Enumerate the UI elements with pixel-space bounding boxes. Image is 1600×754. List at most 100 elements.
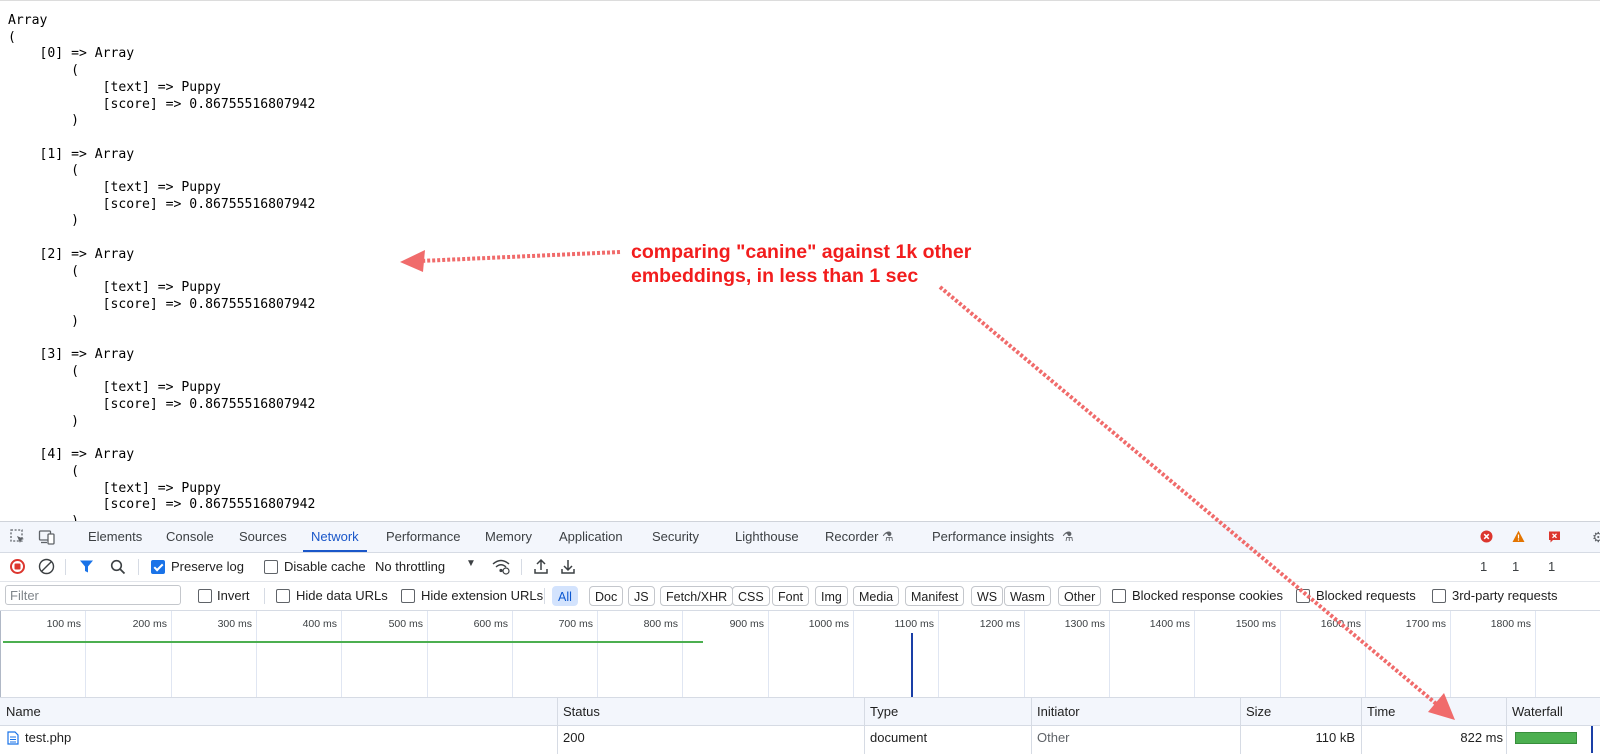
timeline-tick-label: 200 ms xyxy=(132,618,167,630)
tab-application[interactable]: Application xyxy=(559,522,623,552)
blocked-requests-checkbox[interactable] xyxy=(1296,589,1310,603)
clear-icon[interactable] xyxy=(38,558,55,575)
annotation-line-1: comparing "canine" against 1k other xyxy=(631,241,972,263)
column-status[interactable]: Status xyxy=(563,698,600,725)
timeline-tick-label: 100 ms xyxy=(46,618,81,630)
filter-type-ws[interactable]: WS xyxy=(971,586,1004,606)
column-size[interactable]: Size xyxy=(1246,698,1271,725)
column-initiator[interactable]: Initiator xyxy=(1037,698,1080,725)
row-size: 110 kB xyxy=(1315,730,1355,745)
filter-icon[interactable] xyxy=(79,559,94,574)
timeline-request-bar xyxy=(3,641,703,643)
preserve-log-label: Preserve log xyxy=(171,559,244,574)
column-waterfall[interactable]: Waterfall xyxy=(1512,698,1563,725)
experiment-flask-icon: ⚗ xyxy=(1062,529,1074,544)
device-toolbar-icon[interactable] xyxy=(38,528,56,546)
waterfall-load-marker xyxy=(1591,726,1593,753)
column-type[interactable]: Type xyxy=(870,698,898,725)
filter-type-css[interactable]: CSS xyxy=(732,586,770,606)
column-time[interactable]: Time xyxy=(1367,698,1395,725)
tab-console[interactable]: Console xyxy=(166,522,214,552)
timeline-gridline xyxy=(1109,611,1110,697)
filter-type-media[interactable]: Media xyxy=(853,586,900,606)
row-initiator: Other xyxy=(1037,730,1070,745)
timeline-gridline xyxy=(1365,611,1366,697)
disable-cache-label: Disable cache xyxy=(284,559,366,574)
network-overview-timeline[interactable]: 100 ms 200 ms 300 ms 400 ms 500 ms 600 ms 700 … xyxy=(0,611,1600,698)
filter-input[interactable] xyxy=(5,585,181,605)
tab-elements[interactable]: Elements xyxy=(88,522,142,552)
filter-type-wasm[interactable]: Wasm xyxy=(1004,586,1051,606)
page-output: Array ( [0] => Array ( [text] => Puppy [… xyxy=(0,0,1600,522)
filter-type-all[interactable]: All xyxy=(552,586,578,606)
tab-sources[interactable]: Sources xyxy=(239,522,287,552)
hide-data-urls-checkbox[interactable] xyxy=(276,589,290,603)
tab-performance[interactable]: Performance xyxy=(386,522,460,552)
filter-type-manifest[interactable]: Manifest xyxy=(905,586,965,606)
tab-lighthouse[interactable]: Lighthouse xyxy=(735,522,799,552)
blocked-response-cookies-checkbox[interactable] xyxy=(1112,589,1126,603)
column-name[interactable]: Name xyxy=(6,698,41,725)
invert-label: Invert xyxy=(217,588,250,603)
tab-recorder[interactable]: Recorder xyxy=(825,522,878,552)
annotation-text: comparing "canine" against 1k other embe… xyxy=(631,240,971,288)
third-party-requests-checkbox[interactable] xyxy=(1432,589,1446,603)
issues-icon xyxy=(1549,531,1560,543)
blocked-requests-label: Blocked requests xyxy=(1316,588,1416,603)
blocked-response-cookies-label: Blocked response cookies xyxy=(1132,588,1284,603)
tab-security[interactable]: Security xyxy=(652,522,699,552)
tab-memory[interactable]: Memory xyxy=(485,522,532,552)
timeline-gridline xyxy=(1024,611,1025,697)
timeline-gridline xyxy=(512,611,513,697)
tab-performance-insights[interactable]: Performance insights xyxy=(932,522,1054,552)
invert-checkbox[interactable] xyxy=(198,589,212,603)
filter-type-font[interactable]: Font xyxy=(772,586,810,606)
filter-type-js[interactable]: JS xyxy=(628,586,655,606)
inspect-element-icon[interactable] xyxy=(9,528,27,546)
filter-type-fetch-xhr[interactable]: Fetch/XHR xyxy=(660,586,734,606)
timeline-tick-label: 500 ms xyxy=(388,618,423,630)
timeline-tick-label: 900 ms xyxy=(729,618,764,630)
filter-bar: Invert Hide data URLs Hide extension URL… xyxy=(0,582,1600,611)
throttling-select[interactable]: No throttling xyxy=(375,559,445,574)
timeline-tick-label: 700 ms xyxy=(558,618,593,630)
timeline-tick-label: 1300 ms xyxy=(1064,618,1105,630)
experiment-flask-icon: ⚗ xyxy=(882,529,894,544)
hide-extension-urls-checkbox[interactable] xyxy=(401,589,415,603)
hide-data-urls-label: Hide data URLs xyxy=(296,588,388,603)
print-r-output: Array ( [0] => Array ( [text] => Puppy [… xyxy=(8,13,316,522)
timeline-gridline xyxy=(85,611,86,697)
load-event-marker xyxy=(911,633,913,697)
timeline-gridline xyxy=(171,611,172,697)
network-toolbar: Preserve log Disable cache No throttling… xyxy=(0,553,1600,582)
hide-extension-urls-label: Hide extension URLs xyxy=(421,588,544,603)
timeline-gridline xyxy=(256,611,257,697)
timeline-gridline xyxy=(427,611,428,697)
preserve-log-checkbox[interactable] xyxy=(151,560,165,574)
row-name[interactable]: test.php xyxy=(25,726,71,753)
annotation-line-2: embeddings, in less than 1 sec xyxy=(631,265,919,287)
stop-recording-icon[interactable] xyxy=(9,558,26,575)
timeline-gridline xyxy=(1194,611,1195,697)
upload-icon[interactable] xyxy=(533,558,549,575)
filter-type-img[interactable]: Img xyxy=(815,586,848,606)
timeline-gridline xyxy=(682,611,683,697)
table-row[interactable]: test.php 200 document Other 110 kB 822 m… xyxy=(0,726,1600,753)
network-conditions-icon[interactable] xyxy=(492,559,510,575)
chevron-down-icon[interactable]: ▼ xyxy=(466,558,476,569)
requests-table-header: Name Status Type Initiator Size Time Wat… xyxy=(0,698,1600,726)
third-party-requests-label: 3rd-party requests xyxy=(1452,588,1558,603)
settings-icon[interactable]: ⚙ xyxy=(1592,522,1600,552)
filter-type-doc[interactable]: Doc xyxy=(589,586,624,606)
timeline-tick-label: 300 ms xyxy=(217,618,252,630)
devtools-tabbar: Elements Console Sources Network Performance… xyxy=(0,522,1600,574)
timeline-tick-label: 1000 ms xyxy=(808,618,849,630)
timeline-gridline xyxy=(938,611,939,697)
row-time: 822 ms xyxy=(1460,730,1503,745)
disable-cache-checkbox[interactable] xyxy=(264,560,278,574)
tab-network[interactable]: Network xyxy=(303,522,367,552)
timeline-tick-label: 1200 ms xyxy=(979,618,1020,630)
filter-type-other[interactable]: Other xyxy=(1058,586,1102,606)
search-icon[interactable] xyxy=(110,559,126,575)
download-icon[interactable] xyxy=(560,558,576,575)
